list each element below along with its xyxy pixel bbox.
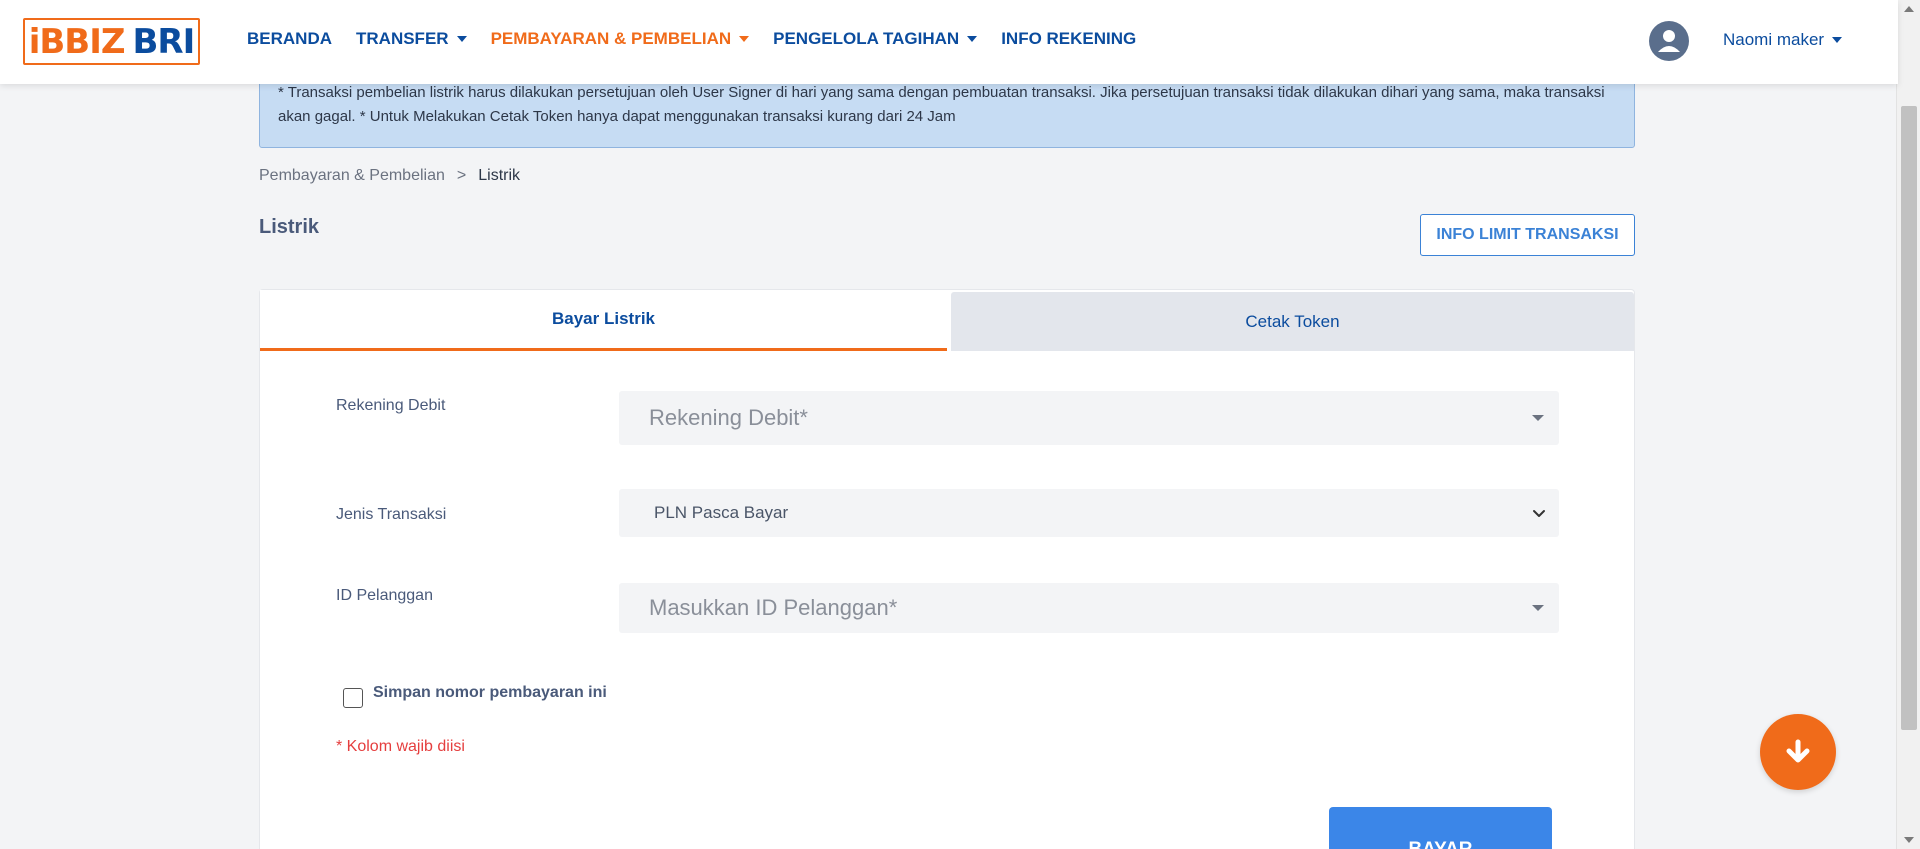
nav-info-rekening[interactable]: INFO REKENING	[1001, 29, 1136, 49]
nav-pembayaran-label: PEMBAYARAN & PEMBELIAN	[490, 29, 732, 48]
tab-cetak-label: Cetak Token	[1245, 311, 1340, 331]
listrik-form-card: Bayar Listrik Cetak Token Rekening Debit…	[259, 289, 1635, 849]
simpan-nomor-label[interactable]: Simpan nomor pembayaran ini	[373, 684, 607, 702]
rekening-debit-label: Rekening Debit	[336, 397, 446, 414]
jenis-transaksi-label: Jenis Transaksi	[336, 506, 447, 523]
alert-text: * Transaksi pembelian listrik harus dila…	[278, 84, 1605, 125]
user-name: Naomi maker	[1723, 30, 1825, 49]
id-pelanggan-label: ID Pelanggan	[336, 587, 433, 604]
user-icon	[1658, 30, 1680, 52]
nav-info-rekening-label: INFO REKENING	[1001, 29, 1137, 48]
scroll-up-arrow-icon[interactable]	[1904, 6, 1914, 12]
jenis-transaksi-select[interactable]: PLN Pasca Bayar	[619, 489, 1559, 537]
nav-transfer[interactable]: TRANSFER	[356, 29, 467, 49]
rekening-debit-placeholder: Rekening Debit*	[649, 405, 808, 430]
nav-pengelola-tagihan[interactable]: PENGELOLA TAGIHAN	[773, 29, 978, 49]
tab-bayar-listrik[interactable]: Bayar Listrik	[260, 290, 947, 351]
tab-bayar-label: Bayar Listrik	[552, 309, 655, 328]
nav-transfer-label: TRANSFER	[356, 29, 449, 48]
main-nav: BERANDA TRANSFER PEMBAYARAN & PEMBELIAN …	[247, 0, 1160, 78]
nav-pembayaran-pembelian[interactable]: PEMBAYARAN & PEMBELIAN	[491, 29, 750, 49]
scroll-down-button[interactable]	[1760, 714, 1836, 790]
ibbiz-bri-logo[interactable]: iBBIZ BRI	[23, 18, 200, 65]
chevron-down-icon	[1533, 510, 1545, 517]
id-pelanggan-select[interactable]: Masukkan ID Pelanggan*	[619, 583, 1559, 633]
breadcrumb: Pembayaran & Pembelian > Listrik	[259, 167, 520, 185]
required-field-note: * Kolom wajib diisi	[336, 738, 465, 755]
info-alert: * Transaksi pembelian listrik harus dila…	[259, 76, 1635, 148]
rekening-debit-select[interactable]: Rekening Debit*	[619, 391, 1559, 445]
id-pelanggan-placeholder: Masukkan ID Pelanggan*	[649, 595, 898, 620]
info-limit-label: INFO LIMIT TRANSAKSI	[1436, 226, 1619, 243]
info-limit-transaksi-button[interactable]: INFO LIMIT TRANSAKSI	[1420, 214, 1635, 256]
nav-beranda-label: BERANDA	[247, 29, 332, 48]
breadcrumb-parent[interactable]: Pembayaran & Pembelian	[259, 167, 445, 185]
simpan-nomor-checkbox[interactable]	[343, 688, 363, 708]
dropdown-triangle-icon	[1532, 415, 1544, 421]
scrollbar-thumb[interactable]	[1901, 106, 1917, 730]
jenis-transaksi-value: PLN Pasca Bayar	[654, 503, 789, 522]
logo-bri-text: BRI	[132, 21, 196, 62]
tab-cetak-token[interactable]: Cetak Token	[951, 292, 1634, 351]
dropdown-triangle-icon	[1532, 605, 1544, 611]
top-navbar: iBBIZ BRI BERANDA TRANSFER PEMBAYARAN & …	[0, 0, 1898, 84]
arrow-down-icon	[1786, 739, 1810, 763]
bayar-button-label: BAYAR	[1408, 839, 1472, 849]
breadcrumb-current: Listrik	[478, 167, 521, 184]
caret-down-icon	[967, 36, 978, 42]
logo-ibbiz-text: iBBIZ	[28, 21, 126, 62]
page-title: Listrik	[259, 216, 320, 238]
breadcrumb-separator: >	[456, 167, 467, 184]
bayar-button[interactable]: BAYAR	[1329, 807, 1552, 849]
nav-pengelola-label: PENGELOLA TAGIHAN	[773, 29, 960, 48]
caret-down-icon	[1832, 37, 1843, 43]
page-scrollbar[interactable]	[1896, 0, 1920, 849]
caret-down-icon	[739, 36, 750, 42]
scroll-down-arrow-icon[interactable]	[1904, 837, 1914, 843]
nav-beranda[interactable]: BERANDA	[247, 29, 332, 49]
user-avatar[interactable]	[1649, 21, 1689, 61]
user-menu-dropdown[interactable]: Naomi maker	[1723, 30, 1843, 50]
caret-down-icon	[456, 36, 467, 42]
